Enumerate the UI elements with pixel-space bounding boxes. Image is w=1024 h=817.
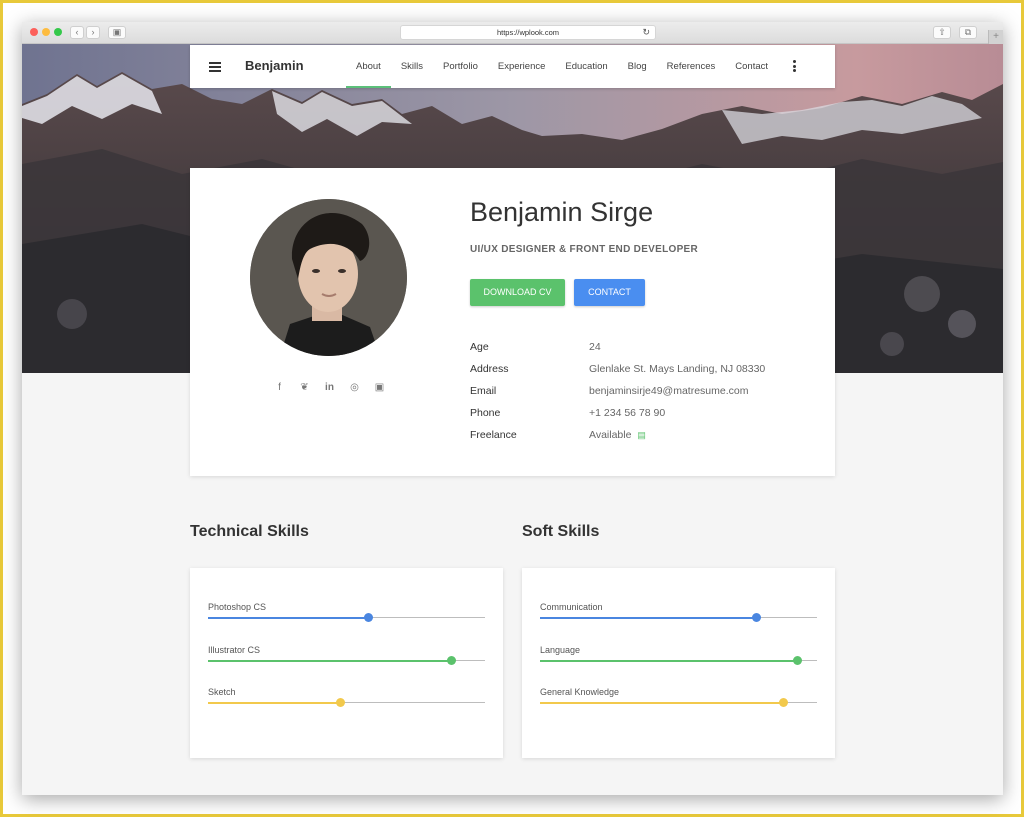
info-value: +1 234 56 78 90: [589, 407, 666, 419]
skill-item: Sketch: [208, 687, 485, 707]
soft-skills-title: Soft Skills: [522, 523, 600, 540]
hamburger-menu-icon[interactable]: [209, 62, 221, 72]
twitter-icon[interactable]: ❦: [298, 381, 311, 394]
download-cv-button[interactable]: DOWNLOAD CV: [470, 279, 565, 306]
skill-label: Photoshop CS: [208, 602, 267, 612]
instagram-icon[interactable]: ▣: [373, 381, 386, 394]
skill-slider[interactable]: [208, 697, 485, 707]
skill-slider-handle[interactable]: [336, 697, 346, 707]
profile-card: f ❦ in ◎ ▣ Benjamin Sirge UI/UX DESIGNER…: [190, 168, 835, 476]
new-tab-icon[interactable]: +: [988, 30, 1003, 44]
top-navbar: Benjamin About Skills Portfolio Experien…: [190, 45, 835, 88]
skill-label: Sketch: [208, 687, 236, 697]
info-label: Freelance: [470, 429, 517, 441]
skill-fill: [208, 701, 341, 704]
linkedin-icon[interactable]: in: [323, 381, 336, 394]
info-label: Email: [470, 385, 497, 397]
contact-button[interactable]: CONTACT: [574, 279, 645, 306]
close-window-button[interactable]: [30, 28, 38, 36]
skill-label: Language: [540, 645, 581, 655]
info-row-age: Age 24: [470, 341, 765, 363]
social-links: f ❦ in ◎ ▣: [273, 381, 386, 394]
info-value: Available ▤: [589, 429, 646, 451]
skill-item: Language: [540, 645, 817, 665]
maximize-window-button[interactable]: [54, 28, 62, 36]
info-label: Age: [470, 341, 489, 353]
skill-item: Photoshop CS: [208, 602, 485, 622]
info-label: Phone: [470, 407, 501, 419]
browser-window: ‹ › ▣ https://wplook.com ↻ ⇧ ⧉ + Benjami…: [22, 22, 1003, 795]
address-bar[interactable]: https://wplook.com ↻: [400, 25, 656, 40]
skill-label: General Knowledge: [540, 687, 620, 697]
share-icon[interactable]: ⇧: [933, 26, 951, 39]
freelance-status: Available: [589, 429, 632, 441]
minimize-window-button[interactable]: [42, 28, 50, 36]
skill-item: Communication: [540, 602, 817, 622]
skill-slider-handle[interactable]: [793, 655, 803, 665]
skill-slider[interactable]: [208, 655, 485, 665]
skill-slider[interactable]: [540, 612, 817, 622]
technical-skills-card: Photoshop CS Illustrator CS Sketch: [190, 568, 503, 758]
info-label: Address: [470, 363, 509, 375]
sidebar-toggle-icon[interactable]: ▣: [108, 26, 126, 39]
soft-skills-card: Communication Language General Knowledge: [522, 568, 835, 758]
dribbble-icon[interactable]: ◎: [348, 381, 361, 394]
profile-info-list: Age 24 Address Glenlake St. Mays Landing…: [470, 341, 765, 451]
skill-slider-handle[interactable]: [751, 612, 761, 622]
nav-experience[interactable]: Experience: [488, 45, 556, 88]
skill-slider[interactable]: [540, 697, 817, 707]
skill-label: Illustrator CS: [208, 645, 261, 655]
more-options-icon[interactable]: [793, 60, 797, 73]
skill-label: Communication: [540, 602, 603, 612]
info-value: Glenlake St. Mays Landing, NJ 08330: [589, 363, 766, 375]
tabs-overview-icon[interactable]: ⧉: [959, 26, 977, 39]
skill-slider[interactable]: [540, 655, 817, 665]
skill-slider-handle[interactable]: [364, 612, 374, 622]
nav-about[interactable]: About: [346, 45, 391, 88]
nav-blog[interactable]: Blog: [618, 45, 657, 88]
skill-fill: [208, 616, 369, 619]
browser-toolbar: ‹ › ▣ https://wplook.com ↻ ⇧ ⧉ +: [22, 22, 1003, 44]
info-value[interactable]: benjaminsirje49@matresume.com: [589, 385, 748, 407]
profile-name: Benjamin Sirge: [470, 197, 654, 227]
profile-avatar: [250, 199, 407, 356]
info-row-phone: Phone +1 234 56 78 90: [470, 407, 765, 429]
skill-item: Illustrator CS: [208, 645, 485, 665]
nav-contact[interactable]: Contact: [725, 45, 778, 88]
nav-skills[interactable]: Skills: [391, 45, 433, 88]
nav-education[interactable]: Education: [555, 45, 617, 88]
reload-icon[interactable]: ↻: [642, 26, 650, 39]
back-icon[interactable]: ‹: [70, 26, 84, 39]
skill-fill: [540, 659, 798, 662]
skill-fill: [540, 701, 784, 704]
info-value: 24: [589, 341, 601, 353]
skill-slider-handle[interactable]: [447, 655, 457, 665]
skill-fill: [540, 616, 757, 619]
forward-icon[interactable]: ›: [86, 26, 100, 39]
skill-fill: [208, 659, 452, 662]
site-brand[interactable]: Benjamin: [245, 58, 304, 73]
skill-slider[interactable]: [208, 612, 485, 622]
calendar-icon: ▤: [637, 430, 646, 440]
info-row-email: Email benjaminsirje49@matresume.com: [470, 385, 765, 407]
info-row-address: Address Glenlake St. Mays Landing, NJ 08…: [470, 363, 765, 385]
main-menu: About Skills Portfolio Experience Educat…: [346, 45, 778, 88]
skill-slider-handle[interactable]: [779, 697, 789, 707]
info-row-freelance: Freelance Available ▤: [470, 429, 765, 451]
url-text: https://wplook.com: [496, 28, 560, 37]
facebook-icon[interactable]: f: [273, 381, 286, 394]
technical-skills-title: Technical Skills: [190, 523, 309, 540]
nav-references[interactable]: References: [657, 45, 726, 88]
profile-role: UI/UX DESIGNER & FRONT END DEVELOPER: [470, 244, 699, 255]
nav-portfolio[interactable]: Portfolio: [433, 45, 488, 88]
skill-item: General Knowledge: [540, 687, 817, 707]
